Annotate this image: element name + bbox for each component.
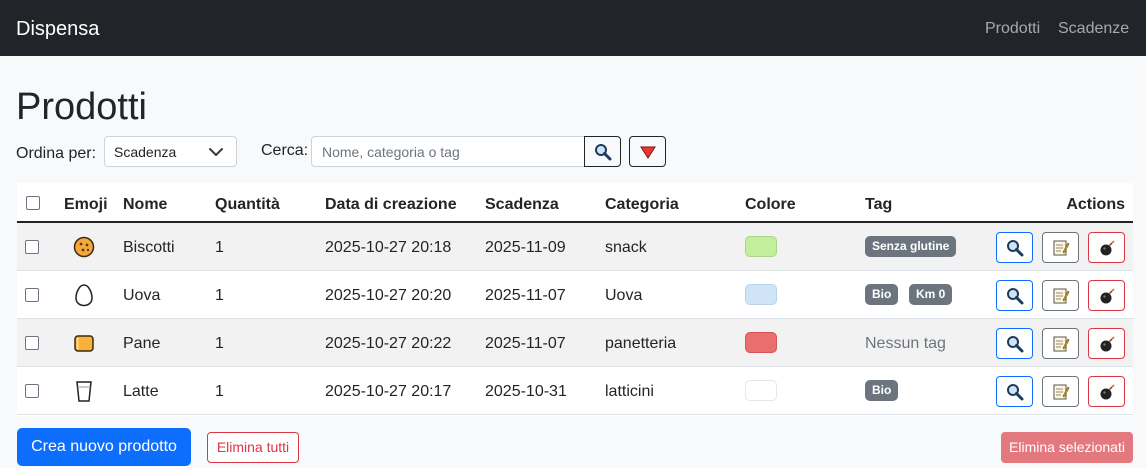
products-table: Emoji Nome Quantità Data di creazione Sc… (17, 183, 1133, 416)
header-actions: Actions (1066, 196, 1125, 213)
table-row: Pane 1 2025-10-27 20:22 2025-11-07 panet… (17, 319, 1133, 367)
brand[interactable]: Dispensa (16, 17, 99, 41)
row-checkbox[interactable] (25, 384, 39, 398)
delete-button[interactable] (1088, 328, 1125, 359)
delete-selected-button[interactable]: Elimina selezionati (1001, 432, 1133, 463)
view-button[interactable] (996, 280, 1033, 311)
row-name: Latte (123, 383, 159, 400)
header-data-creazione: Data di creazione (325, 196, 457, 213)
search-placeholder: Nome, categoria o tag (322, 144, 460, 160)
view-button[interactable] (996, 328, 1033, 359)
bomb-icon (1100, 239, 1115, 255)
search-button[interactable] (584, 136, 621, 167)
row-quantity: 1 (215, 383, 224, 400)
header-nome: Nome (123, 196, 168, 213)
row-category: snack (605, 239, 647, 256)
color-swatch (745, 284, 777, 305)
color-swatch (745, 380, 777, 401)
table-row: Uova 1 2025-10-27 20:20 2025-11-07 Uova … (17, 271, 1133, 319)
row-category: panetteria (605, 335, 677, 352)
table-row: Latte 1 2025-10-27 20:17 2025-10-31 latt… (17, 367, 1133, 415)
memo-icon (1053, 336, 1069, 351)
search-icon (1006, 287, 1023, 304)
search-icon (1006, 239, 1023, 256)
row-checkbox[interactable] (25, 336, 39, 350)
search-icon (594, 143, 611, 160)
row-expiry: 2025-11-09 (485, 239, 566, 256)
row-created: 2025-10-27 20:20 (325, 287, 452, 304)
edit-button[interactable] (1042, 280, 1079, 311)
sort-select-value: Scadenza (114, 144, 177, 160)
memo-icon (1053, 288, 1069, 303)
edit-button[interactable] (1042, 232, 1079, 263)
view-button[interactable] (996, 232, 1033, 263)
row-expiry: 2025-11-07 (485, 287, 566, 304)
header-quantita: Quantità (215, 196, 280, 213)
nav-link-scadenze[interactable]: Scadenze (1058, 19, 1129, 39)
search-icon (1006, 335, 1023, 352)
row-quantity: 1 (215, 287, 224, 304)
delete-button[interactable] (1088, 280, 1125, 311)
edit-button[interactable] (1042, 376, 1079, 407)
row-created: 2025-10-27 20:22 (325, 335, 452, 352)
view-button[interactable] (996, 376, 1033, 407)
row-category: Uova (605, 287, 643, 304)
no-tag-text: Nessun tag (865, 335, 946, 352)
row-created: 2025-10-27 20:18 (325, 239, 452, 256)
sort-label: Ordina per: (16, 145, 97, 162)
search-icon (1006, 383, 1023, 400)
row-expiry: 2025-10-31 (485, 383, 567, 400)
memo-icon (1053, 240, 1069, 255)
bomb-icon (1100, 287, 1115, 303)
color-swatch (745, 332, 777, 353)
row-name: Pane (123, 335, 161, 352)
edit-button[interactable] (1042, 328, 1079, 359)
memo-icon (1053, 384, 1069, 399)
delete-button[interactable] (1088, 232, 1125, 263)
tag-badge: Senza glutine (865, 236, 957, 257)
bomb-icon (1100, 383, 1115, 399)
search-input[interactable]: Nome, categoria o tag (311, 136, 585, 167)
egg-icon (75, 284, 93, 307)
page-title: Prodotti (16, 86, 147, 128)
header-categoria: Categoria (605, 196, 679, 213)
row-expiry: 2025-11-07 (485, 335, 566, 352)
tag-badge: Km 0 (909, 284, 953, 305)
delete-button[interactable] (1088, 376, 1125, 407)
row-category: latticini (605, 383, 654, 400)
row-name: Uova (123, 287, 161, 304)
cookie-icon (73, 236, 95, 258)
header-tag: Tag (865, 196, 893, 213)
header-colore: Colore (745, 196, 796, 213)
row-quantity: 1 (215, 335, 224, 352)
row-checkbox[interactable] (25, 240, 39, 254)
row-checkbox[interactable] (25, 288, 39, 302)
row-created: 2025-10-27 20:17 (325, 383, 452, 400)
table-row: Biscotti 1 2025-10-27 20:18 2025-11-09 s… (17, 223, 1133, 271)
select-all-checkbox[interactable] (26, 196, 40, 210)
row-name: Biscotti (123, 239, 175, 256)
header-scadenza: Scadenza (485, 196, 559, 213)
bread-icon (74, 335, 94, 352)
sort-select[interactable]: Scadenza (104, 136, 237, 167)
create-product-button[interactable]: Crea nuovo prodotto (17, 428, 191, 466)
tag-badge: Bio (865, 284, 899, 305)
bomb-icon (1100, 335, 1115, 351)
triangle-down-icon (639, 146, 656, 159)
delete-all-button[interactable]: Elimina tutti (207, 432, 299, 463)
nav-link-prodotti[interactable]: Prodotti (985, 19, 1040, 39)
sort-direction-button[interactable] (629, 136, 666, 167)
header-emoji: Emoji (64, 196, 108, 213)
row-quantity: 1 (215, 239, 224, 256)
chevron-down-icon (209, 148, 223, 156)
navbar: Dispensa Prodotti Scadenze (0, 0, 1146, 56)
search-label: Cerca: (261, 142, 309, 159)
tag-badge: Bio (865, 380, 899, 401)
milk-glass-icon (76, 381, 92, 402)
table-header: Emoji Nome Quantità Data di creazione Sc… (17, 183, 1133, 223)
color-swatch (745, 236, 777, 257)
